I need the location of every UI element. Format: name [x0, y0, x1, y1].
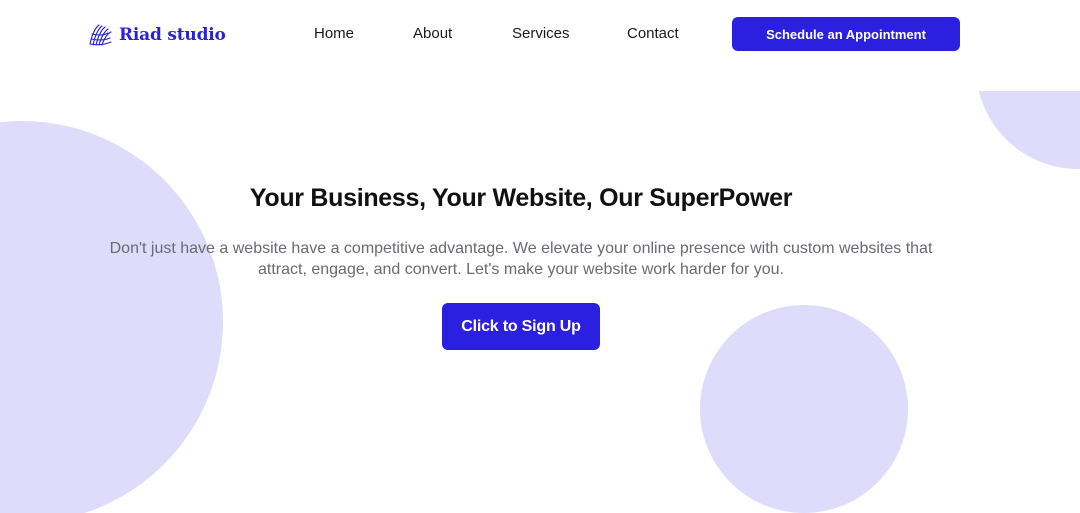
hero-description: Don't just have a website have a competi…: [109, 240, 933, 278]
decorative-circle-bottom-right: [700, 305, 908, 513]
nav-link-contact[interactable]: Contact: [627, 24, 679, 44]
nav-link-services[interactable]: Services: [512, 24, 570, 44]
site-header: Riad studio Home About Services Contact …: [0, 0, 1080, 91]
schedule-appointment-button[interactable]: Schedule an Appointment: [732, 17, 960, 51]
hero-title: Your Business, Your Website, Our SuperPo…: [249, 184, 793, 212]
nav-link-about[interactable]: About: [413, 24, 452, 44]
nav-link-home[interactable]: Home: [314, 24, 354, 44]
landing-page: Riad studio Home About Services Contact …: [0, 0, 1080, 513]
sign-up-button[interactable]: Click to Sign Up: [442, 303, 600, 350]
